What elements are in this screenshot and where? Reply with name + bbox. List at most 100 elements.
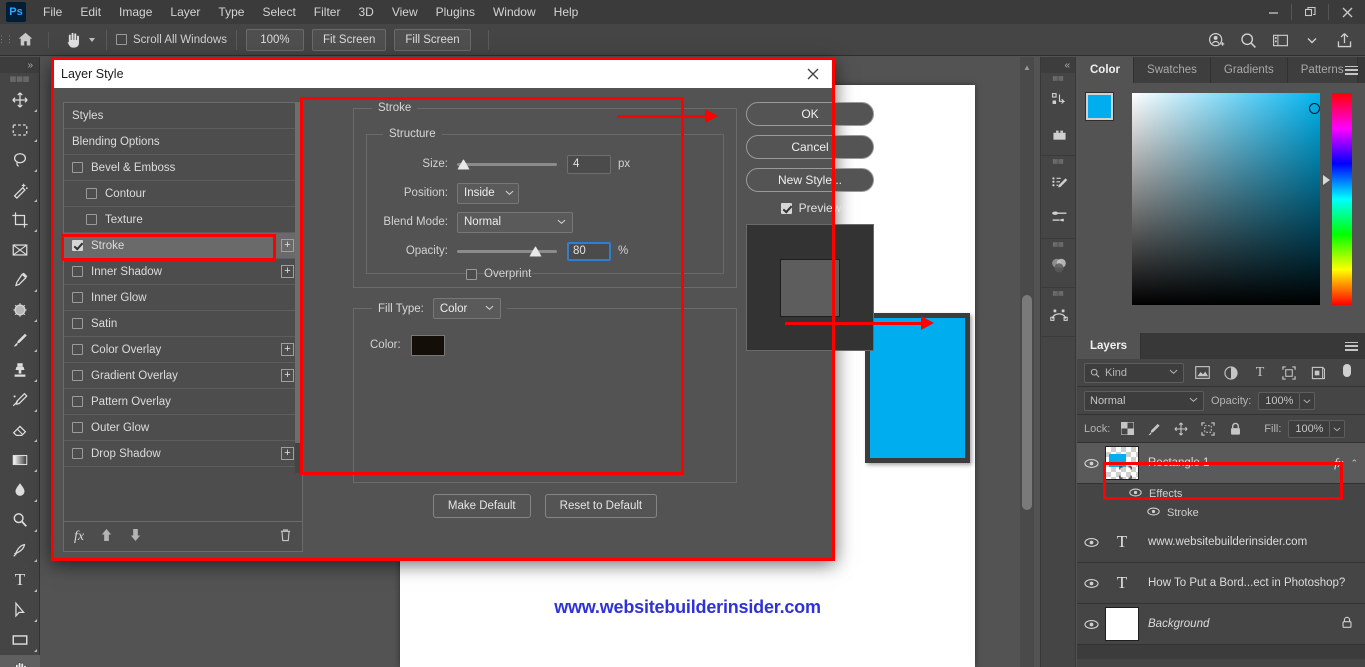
- item-checkbox[interactable]: [72, 396, 83, 407]
- saturation-value-picker[interactable]: [1132, 93, 1320, 305]
- menu-plugins[interactable]: Plugins: [427, 0, 484, 24]
- item-checkbox[interactable]: [72, 344, 83, 355]
- menu-3d[interactable]: 3D: [349, 0, 382, 24]
- presets-icon[interactable]: [1041, 117, 1077, 151]
- gradient-tool[interactable]: [0, 445, 40, 475]
- tab-swatches[interactable]: Swatches: [1134, 57, 1211, 83]
- fill-stepper[interactable]: [1330, 419, 1346, 438]
- item-checkbox[interactable]: [72, 162, 83, 173]
- magic-wand-tool[interactable]: [0, 175, 40, 205]
- make-default-button[interactable]: Make Default: [432, 494, 531, 518]
- layer-row-url-text[interactable]: T www.websitebuilderinsider.com: [1077, 522, 1365, 563]
- add-effect-icon[interactable]: +: [281, 447, 294, 460]
- styles-list-item-outer-glow[interactable]: Outer Glow: [64, 415, 302, 441]
- opacity-stepper[interactable]: [1300, 391, 1316, 410]
- styles-list-item-bevel-emboss[interactable]: Bevel & Emboss: [64, 155, 302, 181]
- frame-tool[interactable]: [0, 235, 40, 265]
- add-effect-icon[interactable]: +: [281, 343, 294, 356]
- tab-color[interactable]: Color: [1077, 57, 1135, 83]
- export-icon[interactable]: [1329, 25, 1359, 55]
- foreground-color-swatch[interactable]: [1085, 92, 1114, 121]
- clone-stamp-tool[interactable]: [0, 355, 40, 385]
- adjustment-filter-icon[interactable]: [1220, 363, 1242, 383]
- tab-gradients[interactable]: Gradients: [1210, 57, 1288, 83]
- close-icon[interactable]: [801, 62, 825, 86]
- scroll-all-windows-checkbox[interactable]: Scroll All Windows: [116, 34, 227, 46]
- lock-transparent-pixels-icon[interactable]: [1117, 419, 1137, 439]
- toolbar-grip[interactable]: ▦▦▦: [0, 73, 39, 85]
- position-dropdown[interactable]: Inside: [457, 182, 519, 204]
- document-rectangle-shape[interactable]: [865, 313, 970, 463]
- styles-list-item-color-overlay[interactable]: Color Overlay +: [64, 337, 302, 363]
- item-checkbox[interactable]: [72, 266, 83, 277]
- type-tool[interactable]: T: [0, 565, 40, 595]
- add-effect-icon[interactable]: +: [281, 239, 294, 252]
- cancel-button[interactable]: Cancel: [746, 135, 874, 159]
- lock-position-icon[interactable]: [1171, 419, 1191, 439]
- brush-tool[interactable]: [0, 325, 40, 355]
- toolbar-collapse-button[interactable]: »: [0, 57, 39, 73]
- item-checkbox[interactable]: [72, 370, 83, 381]
- history-icon[interactable]: [1041, 83, 1077, 117]
- layer-fx-icon[interactable]: fx: [1334, 455, 1343, 471]
- new-style-button[interactable]: New Style...: [746, 168, 874, 192]
- stroke-effect-visibility-eye-icon[interactable]: [1147, 507, 1160, 519]
- options-bar-grip[interactable]: ⋮⋮: [0, 24, 14, 56]
- pixel-filter-icon[interactable]: [1191, 363, 1213, 383]
- menu-layer[interactable]: Layer: [161, 0, 209, 24]
- chevron-down-icon[interactable]: [1297, 25, 1327, 55]
- active-tool-hand-icon[interactable]: [61, 27, 97, 53]
- panel-menu-icon[interactable]: [1345, 57, 1358, 83]
- effects-visibility-eye-icon[interactable]: [1129, 488, 1142, 500]
- ok-button[interactable]: OK: [746, 102, 874, 126]
- fill-screen-button[interactable]: Fill Screen: [394, 28, 471, 51]
- size-slider[interactable]: [457, 157, 557, 171]
- opacity-slider[interactable]: [457, 244, 557, 258]
- fit-screen-button[interactable]: Fit Screen: [311, 28, 387, 51]
- styles-list-item-contour[interactable]: Contour: [64, 181, 302, 207]
- panel-menu-icon[interactable]: [1345, 333, 1358, 359]
- styles-list-item-blending-options[interactable]: Blending Options: [64, 129, 302, 155]
- move-down-icon[interactable]: [129, 528, 142, 545]
- path-selection-tool[interactable]: [0, 595, 40, 625]
- delete-icon[interactable]: [279, 528, 292, 545]
- rectangular-marquee-tool[interactable]: [0, 115, 40, 145]
- overprint-checkbox[interactable]: Overprint: [377, 268, 713, 280]
- styles-list-item-stroke[interactable]: Stroke +: [64, 233, 302, 259]
- search-icon[interactable]: [1233, 25, 1263, 55]
- menu-edit[interactable]: Edit: [71, 0, 110, 24]
- menu-window[interactable]: Window: [484, 0, 545, 24]
- opacity-input[interactable]: 80: [567, 241, 611, 261]
- brush-presets-icon[interactable]: [1041, 200, 1077, 234]
- styles-list-item-styles[interactable]: Styles: [64, 103, 302, 129]
- dodge-tool[interactable]: [0, 505, 40, 535]
- layer-thumbnail[interactable]: [1105, 607, 1139, 641]
- menu-view[interactable]: View: [383, 0, 427, 24]
- restore-button[interactable]: [1292, 0, 1328, 24]
- close-button[interactable]: [1329, 0, 1365, 24]
- styles-list-item-inner-glow[interactable]: Inner Glow: [64, 285, 302, 311]
- styles-list-item-inner-shadow[interactable]: Inner Shadow +: [64, 259, 302, 285]
- layer-thumbnail[interactable]: [1105, 446, 1139, 480]
- item-checkbox[interactable]: [72, 448, 83, 459]
- home-icon[interactable]: [10, 24, 40, 56]
- item-checkbox[interactable]: [86, 188, 97, 199]
- paths-icon[interactable]: [1041, 298, 1077, 332]
- styles-list-item-texture[interactable]: Texture: [64, 207, 302, 233]
- layer-visibility-eye-icon[interactable]: [1077, 522, 1105, 563]
- dialog-title-bar[interactable]: Layer Style: [51, 60, 835, 88]
- layer-visibility-eye-icon[interactable]: [1077, 443, 1105, 484]
- opacity-value[interactable]: 100%: [1258, 391, 1301, 410]
- rail-grip[interactable]: ▦▦: [1041, 288, 1075, 298]
- menu-image[interactable]: Image: [110, 0, 161, 24]
- tab-layers[interactable]: Layers: [1077, 333, 1142, 359]
- menu-help[interactable]: Help: [545, 0, 588, 24]
- blend-mode-dropdown[interactable]: Normal: [1084, 390, 1204, 411]
- rail-grip[interactable]: ▦▦: [1041, 239, 1075, 249]
- filter-kind-dropdown[interactable]: Kind: [1084, 362, 1184, 383]
- lock-all-icon[interactable]: [1225, 419, 1245, 439]
- spot-healing-brush-tool[interactable]: [0, 295, 40, 325]
- blend-mode-dropdown[interactable]: Normal: [457, 211, 573, 233]
- rail-grip[interactable]: ▦▦: [1041, 156, 1075, 166]
- fx-icon[interactable]: fx: [74, 529, 84, 545]
